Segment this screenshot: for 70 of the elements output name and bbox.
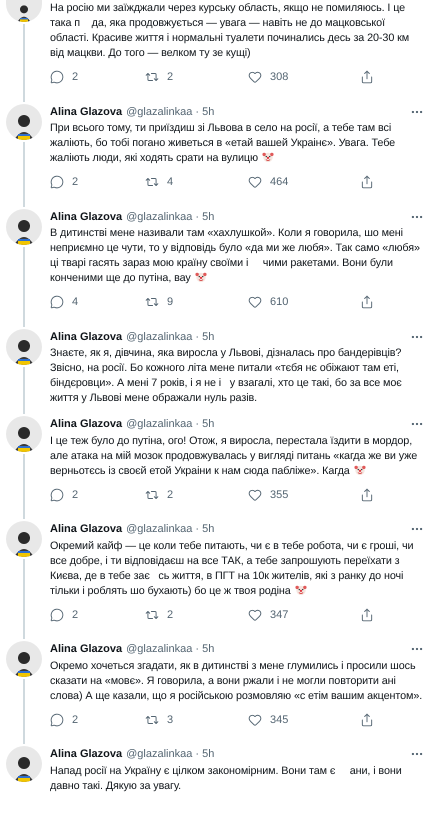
- reply-icon[interactable]: [50, 175, 64, 190]
- tweet-text: Окремий кайф — це коли тебе питають, чи є в тебе робота, чи є гроші, чи все добре, і ти відповідаєш на все ТАК, а тебе запрошують переїхати з Києва, де в тебе зає сь життя, в ПГТ на 10к жителів, які з ранку до ночі тільки і роблять шо бухають) бо це ж твоя родіна: [50, 538, 414, 598]
- reply-icon[interactable]: [50, 608, 64, 622]
- count: 4: [72, 295, 78, 310]
- handle-time[interactable]: @glazalinkaa · 5h: [126, 641, 214, 658]
- tweet-text: Окремо хочеться згадати, як в дитинстві з мене глумились і просили шось сказати на «мовє». Я говорила, а вони ржали і не могли повторити ані слова) А ще казали, що я російською розмовляю «с етім вашим акцентом».: [50, 658, 424, 704]
- share-icon[interactable]: [360, 175, 374, 190]
- like-icon[interactable]: [248, 175, 262, 190]
- avatar[interactable]: [6, 104, 42, 140]
- author-name[interactable]: Alina Glazova: [50, 328, 122, 345]
- count: 2: [72, 608, 78, 622]
- handle-time[interactable]: @glazalinkaa · 5h: [126, 416, 214, 432]
- avatar[interactable]: [6, 641, 42, 677]
- count: 2: [167, 70, 174, 85]
- author-name[interactable]: Alina Glazova: [50, 416, 122, 432]
- reply-icon[interactable]: [50, 488, 64, 502]
- handle-time[interactable]: @glazalinkaa · 5h: [126, 208, 214, 225]
- count: 347: [270, 608, 288, 622]
- share-icon[interactable]: [360, 712, 374, 727]
- like-icon[interactable]: [248, 70, 262, 84]
- avatar[interactable]: [6, 416, 42, 452]
- count: 2: [72, 175, 78, 190]
- count: 2: [72, 488, 78, 502]
- count: 345: [270, 712, 288, 728]
- count: 9: [167, 295, 174, 310]
- reply-icon[interactable]: [50, 70, 64, 84]
- author-name[interactable]: Alina Glazova: [50, 521, 122, 538]
- count: 2: [72, 712, 78, 728]
- avatar[interactable]: [6, 328, 42, 364]
- reply-icon[interactable]: [50, 712, 64, 727]
- handle-time[interactable]: @glazalinkaa · 5h: [126, 746, 214, 762]
- author-name[interactable]: Alina Glazova: [50, 641, 122, 658]
- share-icon[interactable]: [360, 488, 374, 502]
- author-name[interactable]: Alina Glazova: [50, 208, 122, 225]
- share-icon[interactable]: [360, 295, 374, 310]
- avatar[interactable]: [6, 521, 42, 557]
- share-icon[interactable]: [360, 70, 374, 84]
- handle-time[interactable]: @glazalinkaa · 5h: [126, 328, 214, 345]
- share-icon[interactable]: [360, 608, 374, 622]
- like-icon[interactable]: [248, 712, 262, 727]
- clown-face-icon: [294, 584, 307, 596]
- tweet-text: На росію ми заїжджали через курську область, якщо не помиляюсь. І це така п да, яка продовжується — увага — навіть не до мацковської області. Красиве життя і нормальні туалети починались десь за 20-30 км від мацкви. До того — велком ту зе кущі): [50, 1, 410, 61]
- tweet-text: При всього тому, ти приїздиш зі Львова в село на росії, а тебе там всі жаліють, бо тобі погано живеться в «етай вашей Украінє». Увага. Тебе жаліють люди, які ходять срати на вулицю: [50, 121, 396, 166]
- count: 3: [167, 712, 174, 728]
- avatar[interactable]: [6, 746, 42, 782]
- clown-face-icon: [354, 464, 366, 476]
- count: 4: [167, 175, 174, 190]
- handle-time[interactable]: @glazalinkaa · 5h: [126, 104, 214, 120]
- tweet-text: Напад росії на Україну є цілком закономірним. Вони там є ани, і вони давно такі. Дякую за увагу.: [50, 764, 403, 794]
- count: 2: [167, 488, 174, 502]
- count: 355: [270, 488, 288, 502]
- author-name[interactable]: Alina Glazova: [50, 104, 122, 120]
- tweet-text: І це теж було до путіна, ого! Отож, я виросла, перестала їздити в мордор, але атака на мій мозок продовжувалась у вигляді питань «кагда же ви уже верньотєсь із своєй етой Украіни к нам сюда пабліже». Кагда: [50, 434, 418, 478]
- count: 2: [167, 608, 174, 622]
- like-icon[interactable]: [248, 488, 262, 502]
- author-name[interactable]: Alina Glazova: [50, 746, 122, 762]
- avatar[interactable]: [6, 208, 42, 244]
- like-icon[interactable]: [248, 295, 262, 310]
- count: 2: [72, 70, 78, 85]
- avatar[interactable]: [6, 0, 42, 22]
- clown-face-icon: [194, 271, 207, 283]
- count: 308: [270, 70, 288, 85]
- like-icon[interactable]: [248, 608, 262, 622]
- count: 464: [270, 175, 288, 190]
- count: 610: [270, 295, 288, 310]
- tweet-text: Знаєте, як я, дівчина, яка виросла у Львові, дізналась про бандерівців? Звісно, на росії. Бо кожного літа мене питали «тєбя нє обіжают там еті, біндєровци». А мені 7 років, і я не і у взагалі, хто це такі, бо за все моє життя у Львові мене ображали нуль разів.: [50, 346, 403, 406]
- handle-time[interactable]: @glazalinkaa · 5h: [126, 521, 214, 538]
- reply-icon[interactable]: [50, 295, 64, 310]
- clown-face-icon: [262, 151, 274, 163]
- tweet-text: В дитинстві мене називали там «хахлушкой». Коли я говорила, шо мені неприємно це чути, то у відповідь було «да ми же любя». Так само «любя» ці тварі гасять зараз мою країну своїми і чими ракетами. Вони були конченими ще до путіна, вау: [50, 226, 421, 286]
